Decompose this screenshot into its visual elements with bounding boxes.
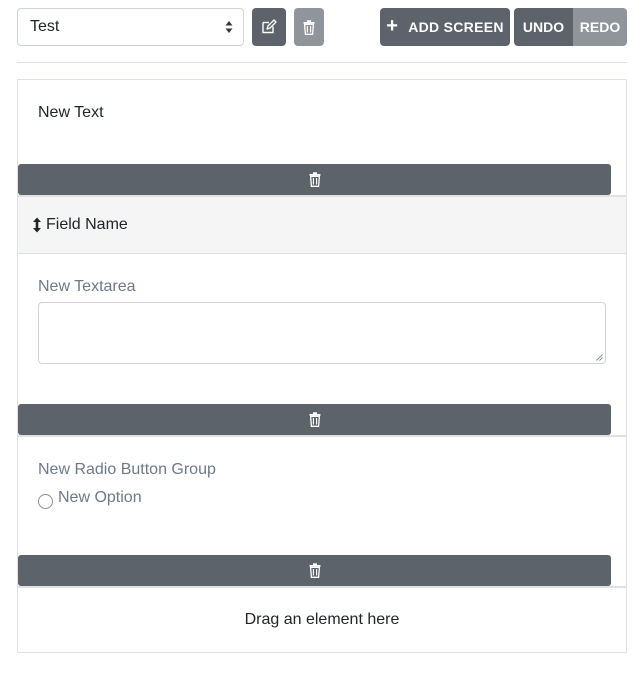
toolbar: Test + ADD SCREEN UNDO REDO xyxy=(0,0,635,62)
radio-group-label: New Radio Button Group xyxy=(38,461,216,478)
field-name-label: Field Name xyxy=(46,216,128,233)
undo-redo-group: UNDO REDO xyxy=(514,8,627,46)
delete-screen-button[interactable] xyxy=(294,8,324,46)
element-drag-header[interactable]: Field Name xyxy=(18,197,626,254)
add-screen-label: ADD SCREEN xyxy=(408,19,504,35)
delete-element-button[interactable] xyxy=(18,404,611,435)
text-element-content: New Text xyxy=(38,104,104,121)
delete-element-button[interactable] xyxy=(18,555,611,586)
edit-screen-button[interactable] xyxy=(252,8,286,46)
trash-icon xyxy=(309,412,320,427)
edit-icon xyxy=(262,19,277,34)
add-screen-button[interactable]: + ADD SCREEN xyxy=(380,8,510,46)
textarea-label: New Textarea xyxy=(38,278,136,295)
undo-button[interactable]: UNDO xyxy=(514,8,573,46)
radio-option-label: New Option xyxy=(58,489,142,506)
plus-icon: + xyxy=(386,14,399,37)
chevron-updown-icon xyxy=(225,21,233,33)
toolbar-divider xyxy=(17,62,627,63)
trash-icon xyxy=(303,19,315,35)
screen-select[interactable]: Test xyxy=(17,8,244,46)
drop-zone-text: Drag an element here xyxy=(244,611,400,628)
delete-element-button[interactable] xyxy=(18,164,611,195)
radio-option-button[interactable] xyxy=(38,494,53,509)
drop-zone[interactable]: Drag an element here xyxy=(17,587,627,653)
resize-grip-icon[interactable] xyxy=(595,353,603,361)
radio-group-element[interactable]: New Radio Button Group New Option xyxy=(17,436,627,587)
screen-select-value: Test xyxy=(30,18,60,35)
textarea-element[interactable]: Field Name New Textarea xyxy=(17,196,627,436)
text-element[interactable]: New Text xyxy=(17,79,627,196)
textarea-input[interactable] xyxy=(38,302,606,364)
vertical-arrows-icon xyxy=(32,217,42,233)
redo-button[interactable]: REDO xyxy=(573,8,627,46)
trash-icon xyxy=(309,172,320,187)
trash-icon xyxy=(309,563,320,578)
